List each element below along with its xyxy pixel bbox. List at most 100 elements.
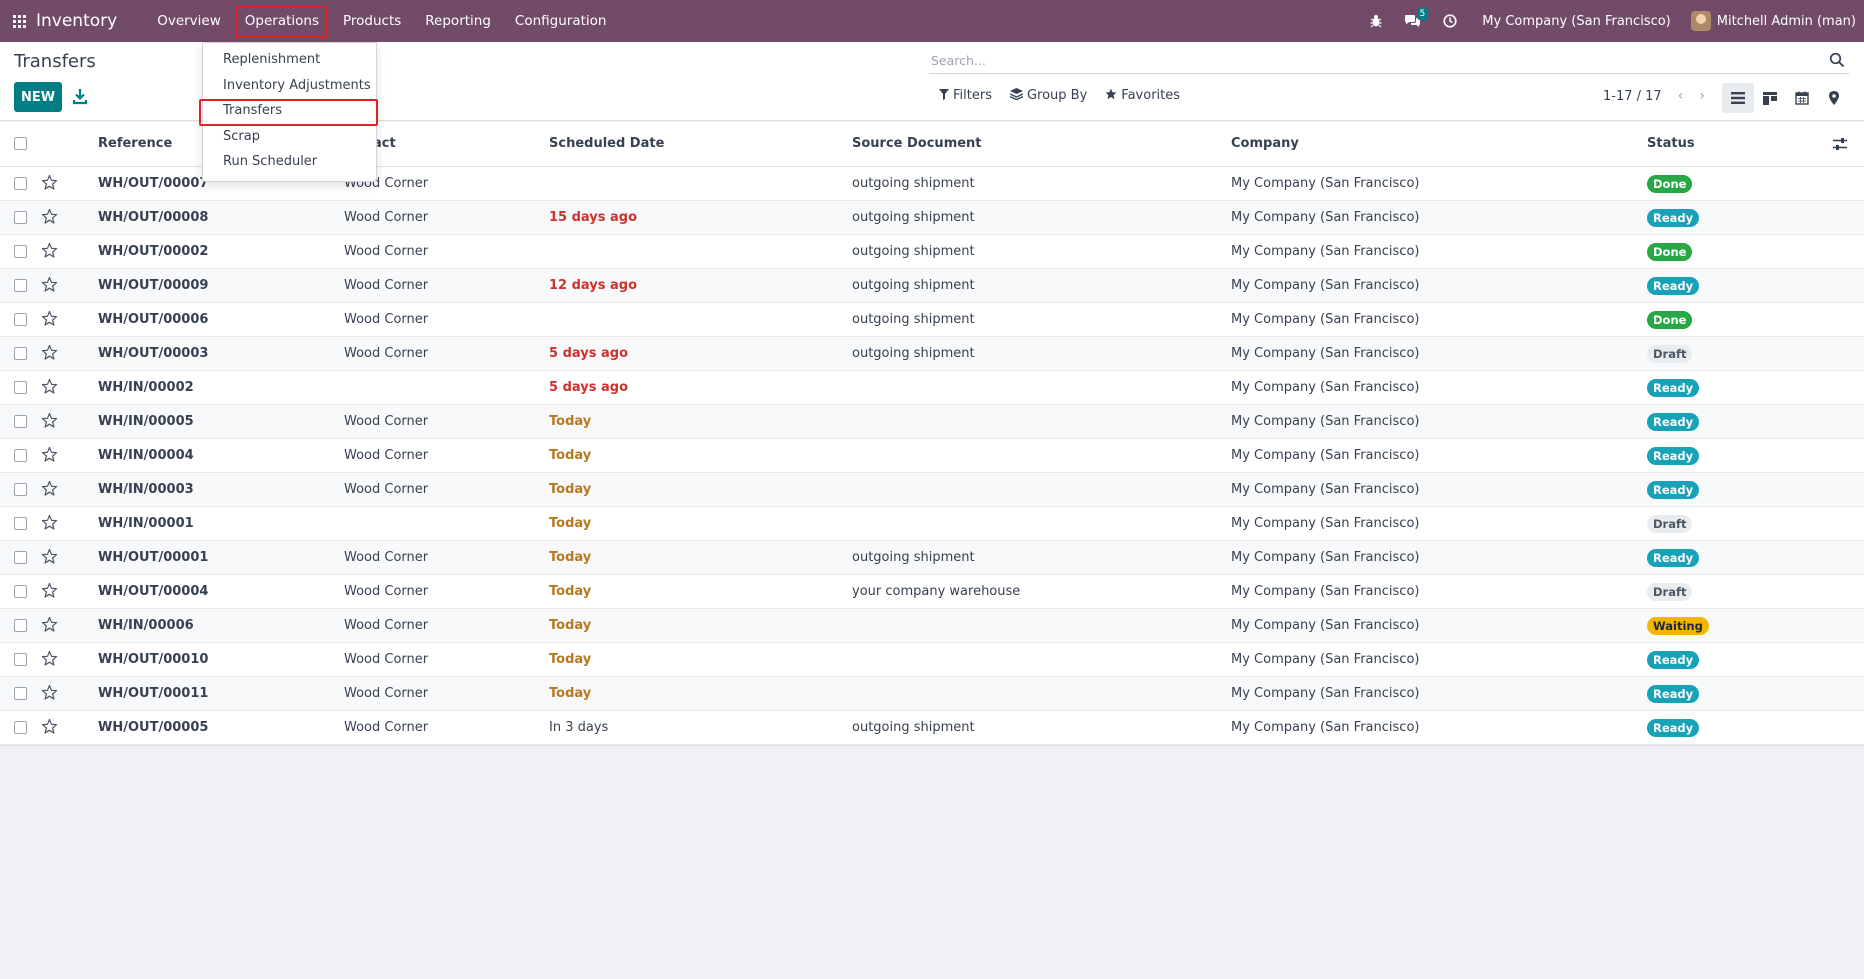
row-checkbox[interactable] [14,211,27,224]
calendar-view-icon[interactable] [1786,83,1818,113]
table-row[interactable]: WH/OUT/00004 Wood Corner Today your company… [0,575,1864,609]
dropdown-item-replenishment[interactable]: Replenishment [223,52,320,67]
status-badge: Done [1647,175,1693,193]
cell-reference: WH/IN/00002 [98,380,194,395]
pager-next-icon[interactable]: › [1699,88,1705,104]
table-row[interactable]: WH/IN/00002 5 days ago My Company (San Fra… [0,371,1864,405]
menu-operations-label: Operations [244,13,319,29]
activity-clock-icon[interactable] [1436,0,1464,42]
star-outline-icon[interactable] [41,412,58,429]
table-row[interactable]: WH/OUT/00005 Wood Corner In 3 days outgoing… [0,711,1864,745]
row-checkbox[interactable] [14,517,27,530]
star-outline-icon[interactable] [41,446,58,463]
row-checkbox[interactable] [14,245,27,258]
row-checkbox[interactable] [14,721,27,734]
table-row[interactable]: WH/OUT/00002 Wood Corner outgoing shipment… [0,235,1864,269]
table-row[interactable]: WH/IN/00006 Wood Corner Today My Company (S… [0,609,1864,643]
pager-value[interactable]: 1-17 / 17 [1603,89,1662,104]
cell-scheduled-date: In 3 days [549,720,609,735]
table-row[interactable]: WH/IN/00004 Wood Corner Today My Company (S… [0,439,1864,473]
dropdown-item-scrap[interactable]: Scrap [223,129,260,144]
column-company[interactable]: Company [1231,136,1299,151]
column-source-document[interactable]: Source Document [852,136,982,151]
table-row[interactable]: WH/OUT/00008 Wood Corner 15 days ago outgoi… [0,201,1864,235]
row-checkbox[interactable] [14,619,27,632]
table-row[interactable]: WH/IN/00003 Wood Corner Today My Company (S… [0,473,1864,507]
table-row[interactable]: WH/OUT/00001 Wood Corner Today outgoing shi… [0,541,1864,575]
star-outline-icon[interactable] [41,650,58,667]
column-status[interactable]: Status [1647,136,1695,151]
star-outline-icon[interactable] [41,548,58,565]
cell-scheduled-date: Today [549,652,592,667]
dropdown-item-inventory-adjustments[interactable]: Inventory Adjustments [223,78,371,93]
table-row[interactable]: WH/OUT/00011 Wood Corner Today My Company (… [0,677,1864,711]
row-checkbox[interactable] [14,177,27,190]
list-view-icon[interactable] [1722,83,1754,113]
menu-overview[interactable]: Overview [145,0,233,42]
star-outline-icon[interactable] [41,718,58,735]
table-row[interactable]: WH/OUT/00003 Wood Corner 5 days ago outgoin… [0,337,1864,371]
row-checkbox[interactable] [14,551,27,564]
column-scheduled-date[interactable]: Scheduled Date [549,136,664,151]
table-row[interactable]: WH/OUT/00006 Wood Corner outgoing shipment… [0,303,1864,337]
star-outline-icon[interactable] [41,514,58,531]
star-outline-icon[interactable] [41,344,58,361]
menu-reporting[interactable]: Reporting [413,0,503,42]
table-row[interactable]: WH/IN/00001 Today My Company (San Francisc… [0,507,1864,541]
star-outline-icon[interactable] [41,242,58,259]
debug-bug-icon[interactable] [1362,0,1390,42]
messages-chat-icon[interactable]: 5 [1398,0,1429,42]
row-checkbox[interactable] [14,381,27,394]
search-input[interactable] [929,48,1809,72]
column-reference[interactable]: Reference [98,136,172,151]
app-brand[interactable]: Inventory [36,11,117,31]
pager-previous-icon[interactable]: ‹ [1678,88,1684,104]
dropdown-item-transfers[interactable]: Transfers [223,103,282,118]
menu-configuration[interactable]: Configuration [503,0,619,42]
favorites-button[interactable]: Favorites [1105,88,1180,103]
map-marker-icon[interactable] [1818,83,1850,113]
star-outline-icon[interactable] [41,480,58,497]
row-checkbox[interactable] [14,483,27,496]
row-checkbox[interactable] [14,347,27,360]
cell-scheduled-date: 5 days ago [549,346,628,361]
download-icon[interactable] [72,86,88,106]
user-avatar[interactable] [1690,11,1711,31]
cell-company: My Company (San Francisco) [1231,210,1420,225]
row-checkbox[interactable] [14,415,27,428]
row-checkbox[interactable] [14,687,27,700]
new-button[interactable]: NEW [14,82,62,112]
star-outline-icon[interactable] [41,174,58,191]
select-all-checkbox[interactable] [14,137,27,150]
cell-company: My Company (San Francisco) [1231,176,1420,191]
cell-source-document: outgoing shipment [852,346,975,361]
company-switcher[interactable]: My Company (San Francisco) [1482,14,1670,29]
table-row[interactable]: WH/OUT/00009 Wood Corner 12 days ago outgoi… [0,269,1864,303]
search-icon[interactable] [1829,52,1845,68]
menu-operations[interactable]: Operations [233,0,331,42]
star-outline-icon[interactable] [41,684,58,701]
star-outline-icon[interactable] [41,616,58,633]
apps-menu-button[interactable] [2,0,36,42]
user-menu[interactable]: Mitchell Admin (man) [1717,14,1856,29]
kanban-view-icon[interactable] [1754,83,1786,113]
star-outline-icon[interactable] [41,378,58,395]
dropdown-item-run-scheduler[interactable]: Run Scheduler [223,154,317,169]
row-checkbox[interactable] [14,313,27,326]
star-outline-icon[interactable] [41,276,58,293]
cell-contact: Wood Corner [344,618,429,633]
row-checkbox[interactable] [14,279,27,292]
menu-products[interactable]: Products [331,0,413,42]
optional-columns-settings-icon[interactable] [1832,136,1848,152]
filters-button[interactable]: Filters [939,88,992,103]
row-checkbox[interactable] [14,585,27,598]
star-outline-icon[interactable] [41,582,58,599]
star-outline-icon[interactable] [41,208,58,225]
row-checkbox[interactable] [14,449,27,462]
table-row[interactable]: WH/IN/00005 Wood Corner Today My Company (S… [0,405,1864,439]
group-by-button[interactable]: Group By [1009,88,1087,103]
star-outline-icon[interactable] [41,310,58,327]
table-row[interactable]: WH/OUT/00010 Wood Corner Today My Company (… [0,643,1864,677]
row-checkbox[interactable] [14,653,27,666]
cell-company: My Company (San Francisco) [1231,414,1420,429]
